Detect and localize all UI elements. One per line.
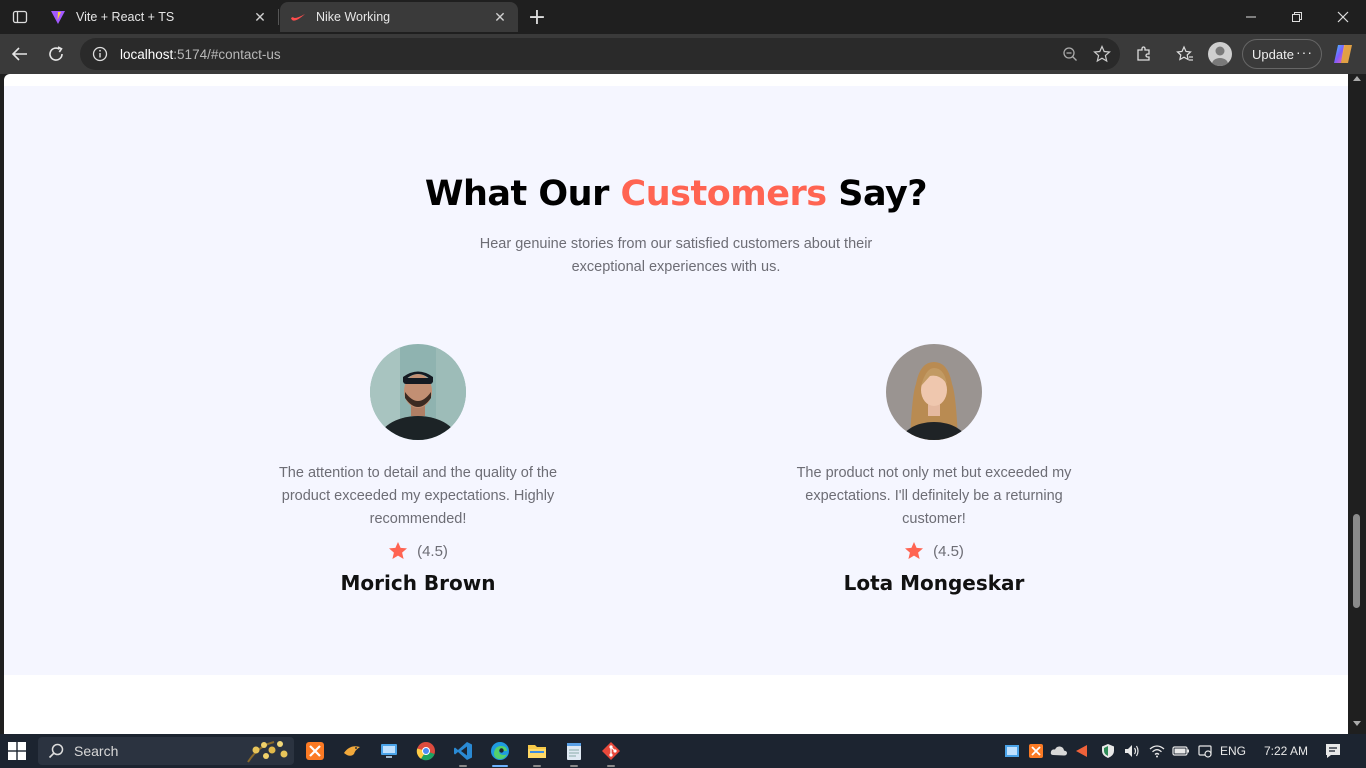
taskbar-notepad-icon[interactable]	[562, 739, 586, 767]
favorites-icon	[1176, 45, 1193, 61]
search-icon	[48, 743, 64, 759]
tray-display-icon[interactable]	[1196, 742, 1214, 760]
start-button[interactable]	[8, 742, 26, 760]
heading-suffix: Say?	[826, 174, 928, 214]
taskbar-bird-app-icon[interactable]	[340, 739, 364, 763]
close-window-button[interactable]	[1320, 0, 1366, 34]
minimize-icon	[1246, 16, 1256, 18]
browser-tab-bar: Vite + React + TS ✕ Nike Working ✕ +	[0, 0, 1366, 34]
close-tab-icon[interactable]: ✕	[492, 9, 508, 25]
rating-value: (4.5)	[933, 542, 964, 560]
taskbar-git-icon[interactable]	[599, 739, 623, 767]
tray-wifi-icon[interactable]	[1148, 742, 1166, 760]
windows-taskbar: Search ENG 7:22 AM	[0, 734, 1366, 768]
notification-icon[interactable]	[1324, 742, 1342, 760]
more-options-icon[interactable]: ···	[1296, 44, 1313, 60]
site-info-icon[interactable]	[92, 46, 108, 62]
review-card: The attention to detail and the quality …	[258, 344, 578, 595]
restore-icon	[1292, 12, 1302, 22]
section-subtitle: Hear genuine stories from our satisfied …	[479, 236, 873, 275]
refresh-icon	[49, 46, 63, 61]
customer-feedback: The attention to detail and the quality …	[278, 465, 558, 527]
tray-onedrive-icon[interactable]	[1050, 742, 1068, 760]
search-highlight-icon	[247, 741, 288, 763]
taskbar-file-explorer-icon[interactable]	[525, 739, 549, 767]
vite-icon	[50, 9, 66, 25]
review-card: The product not only met but exceeded my…	[774, 344, 1094, 595]
input-language[interactable]: ENG	[1220, 744, 1246, 758]
refresh-button[interactable]	[42, 40, 70, 68]
back-arrow-icon	[11, 47, 27, 61]
scroll-down-icon[interactable]	[1353, 721, 1361, 726]
customer-avatar	[886, 344, 982, 440]
browser-toolbar: localhost:5174/#contact-us Update ···	[0, 34, 1366, 74]
minimize-button[interactable]	[1228, 0, 1274, 34]
tray-network-config-icon[interactable]	[1003, 742, 1021, 760]
tray-security-icon[interactable]	[1099, 742, 1117, 760]
star-icon	[905, 542, 924, 559]
section-heading: What Our Customers Say?	[4, 174, 1348, 214]
extensions-button[interactable]	[1130, 40, 1158, 68]
customer-feedback: The product not only met but exceeded my…	[796, 465, 1072, 527]
star-icon	[389, 542, 408, 559]
scroll-up-icon[interactable]	[1353, 76, 1361, 81]
customer-name: Lota Mongeskar	[843, 571, 1025, 595]
customer-name: Morich Brown	[340, 571, 496, 595]
taskbar-remote-desktop-icon[interactable]	[377, 739, 401, 763]
tab-title: Nike Working	[316, 10, 391, 24]
person-icon	[1212, 46, 1228, 66]
scrollbar-thumb[interactable]	[1353, 514, 1360, 608]
zoom-icon[interactable]	[1058, 44, 1082, 64]
search-label: Search	[74, 743, 119, 759]
restore-button[interactable]	[1274, 0, 1320, 34]
page-scrollbar[interactable]	[1348, 74, 1366, 734]
nike-icon	[290, 9, 306, 25]
taskbar-vscode-icon[interactable]	[451, 739, 475, 767]
customer-rating: (4.5)	[258, 539, 578, 563]
back-button[interactable]	[6, 40, 34, 68]
tab-actions-icon	[12, 10, 28, 24]
taskbar-clock[interactable]: 7:22 AM	[1258, 744, 1314, 758]
favorites-button[interactable]	[1171, 40, 1199, 68]
tray-volume-icon[interactable]	[1123, 742, 1141, 760]
puzzle-icon	[1137, 46, 1150, 61]
taskbar-search[interactable]: Search	[38, 737, 294, 765]
favorite-star-icon[interactable]	[1090, 44, 1114, 64]
close-icon	[1337, 11, 1349, 23]
url-path: :5174/#contact-us	[173, 46, 281, 62]
taskbar-edge-icon[interactable]	[488, 739, 512, 767]
heading-prefix: What Our	[424, 174, 621, 214]
close-tab-icon[interactable]: ✕	[252, 9, 268, 25]
url-text: localhost:5174/#contact-us	[120, 47, 281, 62]
page-viewport: What Our Customers Say? Hear genuine sto…	[4, 74, 1348, 734]
address-bar[interactable]: localhost:5174/#contact-us	[80, 38, 1120, 70]
tab-separator	[278, 9, 279, 25]
tray-xampp-icon[interactable]	[1027, 742, 1045, 760]
tray-sound-app-icon[interactable]	[1073, 742, 1091, 760]
heading-accent: Customers	[620, 174, 828, 214]
profile-avatar[interactable]	[1208, 42, 1232, 66]
url-host: localhost	[120, 46, 174, 62]
customer-avatar	[370, 344, 466, 440]
customer-rating: (4.5)	[774, 539, 1094, 563]
new-tab-button[interactable]: +	[524, 4, 550, 30]
taskbar-xampp-icon[interactable]	[303, 739, 327, 763]
update-button[interactable]: Update ···	[1242, 39, 1322, 69]
tab-vite[interactable]: Vite + React + TS ✕	[40, 2, 278, 32]
tray-battery-icon[interactable]	[1172, 742, 1190, 760]
windows-logo-icon	[8, 742, 26, 760]
testimonials-section: What Our Customers Say? Hear genuine sto…	[4, 86, 1348, 675]
rating-value: (4.5)	[417, 542, 448, 560]
tab-nike-working[interactable]: Nike Working ✕	[280, 2, 518, 32]
taskbar-chrome-icon[interactable]	[414, 739, 438, 763]
update-label: Update	[1252, 46, 1294, 62]
tab-title: Vite + React + TS	[76, 10, 175, 24]
copilot-icon[interactable]	[1331, 42, 1355, 66]
tab-actions-button[interactable]	[6, 5, 34, 29]
